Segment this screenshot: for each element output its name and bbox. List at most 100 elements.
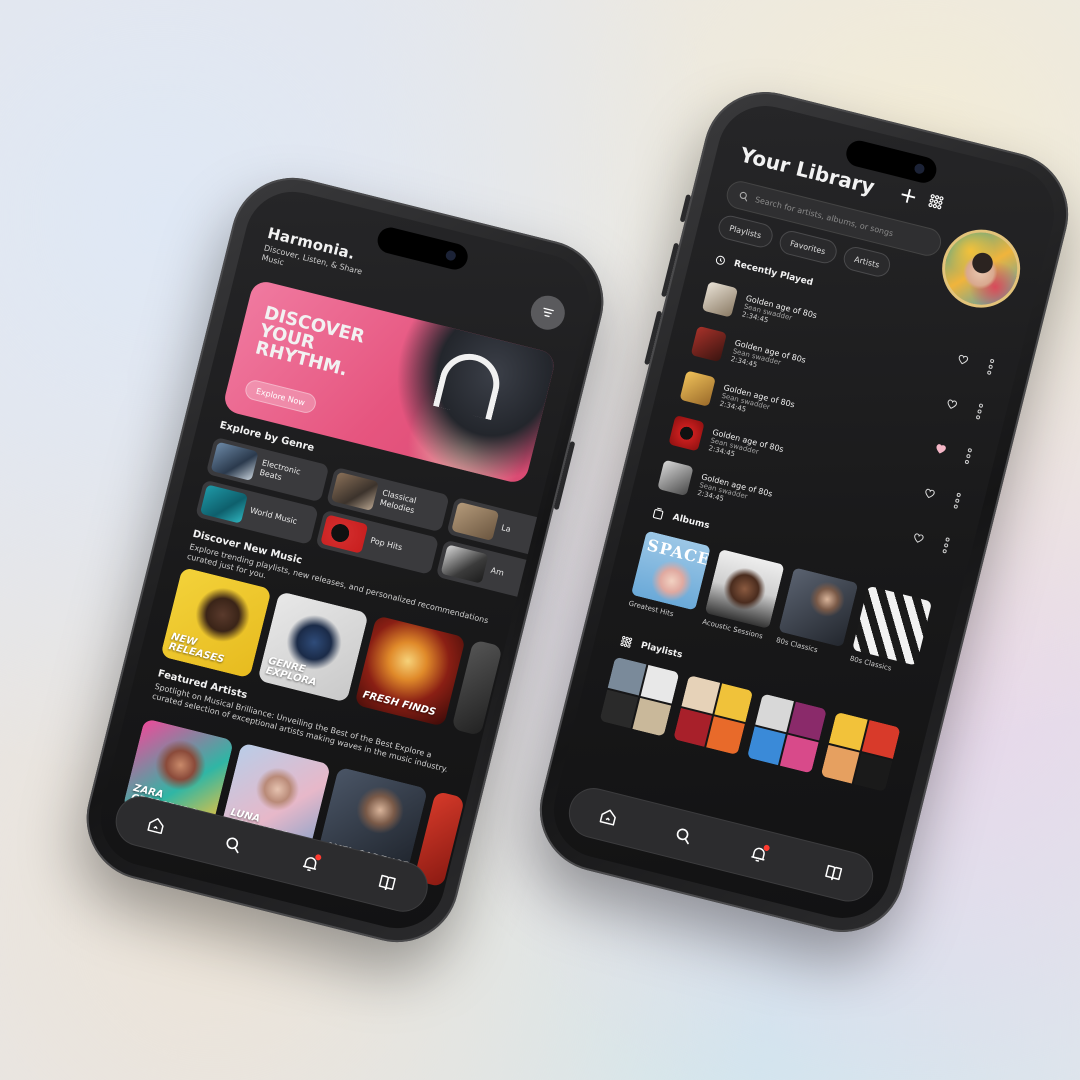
- more-options-icon[interactable]: [964, 447, 973, 465]
- playlist-tile: [853, 753, 893, 792]
- discover-card-fresh-finds[interactable]: FRESH FINDS: [354, 615, 466, 727]
- genre-label: Electronic Beats: [258, 458, 302, 483]
- track-thumbnail: [690, 325, 728, 363]
- more-options-icon[interactable]: [986, 358, 995, 376]
- playlist-tile: [632, 697, 672, 737]
- playlist-tile: [755, 693, 794, 733]
- playlist-tile: [820, 744, 860, 784]
- album-cover: SPACE: [630, 530, 711, 611]
- library-screen: Your Library + Playlists Favorites Artis…: [543, 95, 1065, 929]
- album-item[interactable]: 80s Classics: [849, 585, 933, 679]
- grid-view-button[interactable]: [924, 191, 947, 217]
- heart-icon: [925, 488, 935, 498]
- nav-library[interactable]: [820, 860, 847, 887]
- like-button[interactable]: [954, 349, 971, 371]
- card-label: NEW RELEASES: [167, 631, 226, 666]
- genre-thumbnail: [330, 471, 379, 511]
- track-thumbnail: [668, 415, 705, 452]
- playlist-tile: [779, 734, 819, 774]
- profile-avatar[interactable]: [933, 221, 1029, 316]
- heart-icon: [914, 533, 924, 543]
- album-item[interactable]: SPACE Greatest Hits: [628, 530, 711, 624]
- like-button[interactable]: [921, 483, 938, 505]
- genre-label: Am: [489, 565, 505, 578]
- search-icon: [676, 828, 690, 845]
- explore-now-button[interactable]: Explore Now: [243, 378, 318, 415]
- nav-search[interactable]: [220, 831, 247, 858]
- bottom-nav: [563, 782, 879, 907]
- like-button[interactable]: [932, 438, 949, 460]
- nav-search[interactable]: [670, 822, 697, 849]
- genre-thumbnail: [451, 501, 500, 541]
- album-cover: [852, 585, 933, 666]
- genre-label: La: [500, 523, 512, 535]
- track-thumbnail: [679, 370, 716, 407]
- book-icon: [825, 864, 843, 881]
- playlist-tile: [640, 664, 680, 704]
- chip-favorites[interactable]: Favorites: [776, 228, 839, 266]
- menu-icon: [543, 307, 554, 318]
- playlist-tile: [861, 720, 901, 759]
- album-item[interactable]: Acoustic Sessions: [701, 548, 785, 642]
- card-label: GENRE EXPLORA: [264, 655, 318, 689]
- genre-thumbnail: [210, 441, 259, 481]
- nav-notifications[interactable]: [297, 850, 324, 877]
- search-icon: [226, 837, 239, 854]
- discover-card-genre-explora[interactable]: GENRE EXPLORA: [257, 591, 369, 703]
- add-icon[interactable]: +: [896, 182, 920, 211]
- like-button[interactable]: [943, 394, 960, 416]
- playlist-item[interactable]: [820, 711, 901, 792]
- clock-icon: [715, 255, 725, 265]
- playlist-tile: [828, 711, 868, 751]
- search-icon: [739, 191, 748, 202]
- playlist-tile: [607, 656, 647, 696]
- album-item[interactable]: 80s Classics: [775, 567, 859, 660]
- heart-filled-icon: [936, 443, 946, 454]
- discover-card-new-releases[interactable]: NEW RELEASES: [160, 566, 272, 679]
- home-icon: [599, 809, 616, 826]
- grid-icon: [620, 635, 633, 648]
- silent-switch: [679, 194, 692, 223]
- albums-title: Albums: [671, 512, 711, 532]
- nav-notifications[interactable]: [745, 841, 772, 868]
- album-cover: [704, 548, 785, 629]
- chip-artists[interactable]: Artists: [840, 244, 893, 280]
- home-screen: Harmonia. Discover, Listen, & Share Musi…: [90, 181, 600, 939]
- library-actions: +: [896, 182, 947, 217]
- playlist-list: [599, 656, 901, 792]
- playlist-tile: [681, 675, 721, 714]
- genre-chip-ambient[interactable]: Am: [435, 539, 560, 605]
- library-phone: Your Library + Playlists Favorites Artis…: [526, 78, 1080, 946]
- home-phone: Harmonia. Discover, Listen, & Share Musi…: [73, 164, 617, 956]
- nav-home[interactable]: [595, 803, 622, 830]
- albums-header: Albums: [650, 505, 711, 533]
- album-cover-text: SPACE: [645, 535, 711, 570]
- genre-label: Classical Melodies: [378, 488, 418, 516]
- playlist-item[interactable]: [599, 656, 680, 737]
- volume-down-button: [644, 310, 663, 366]
- chip-playlists[interactable]: Playlists: [716, 213, 775, 250]
- genre-label: World Music: [249, 505, 299, 527]
- playlist-tile: [788, 701, 827, 741]
- volume-up-button: [661, 242, 680, 298]
- home-icon: [147, 817, 164, 834]
- playlist-tile: [673, 708, 712, 747]
- genre-label: Pop Hits: [369, 535, 404, 553]
- nav-home[interactable]: [143, 812, 170, 839]
- more-options-icon[interactable]: [975, 403, 984, 420]
- genre-thumbnail: [199, 484, 248, 524]
- playlist-tile: [599, 689, 639, 729]
- album-icon: [652, 507, 664, 520]
- more-options-icon[interactable]: [942, 537, 951, 554]
- track-thumbnail: [701, 281, 739, 318]
- power-button: [553, 441, 576, 511]
- like-button[interactable]: [910, 528, 927, 550]
- hero-title: DISCOVER YOUR RHYTHM.: [253, 302, 367, 381]
- grid-icon: [928, 194, 944, 210]
- playlist-item[interactable]: [673, 675, 754, 756]
- nav-library[interactable]: [374, 870, 401, 897]
- genre-thumbnail: [320, 514, 369, 554]
- more-options-icon[interactable]: [953, 492, 962, 509]
- playlist-item[interactable]: [746, 693, 827, 774]
- book-icon: [378, 874, 397, 891]
